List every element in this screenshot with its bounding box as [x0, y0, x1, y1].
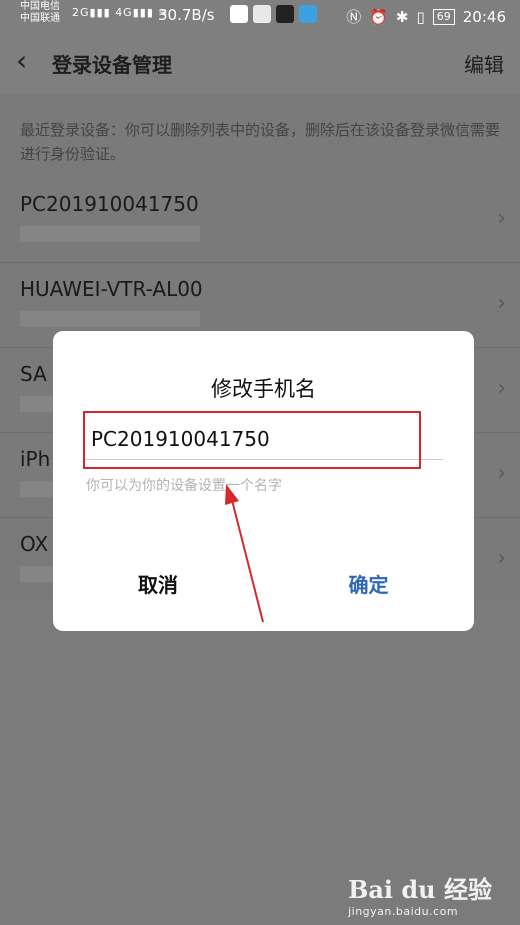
chevron-right-icon: ›: [497, 461, 506, 486]
nfc-icon: Ⓝ: [346, 8, 362, 26]
network-speed: 30.7B/s: [158, 6, 215, 24]
baidu-watermark: Bai du 经验 jingyan.baidu.com: [348, 870, 492, 918]
screen: 中国电信 中国联通 2G▮▮▮ 4G▮▮▮ ≋ 30.7B/s Ⓝ ⏰ ✱ ▯ …: [0, 0, 520, 925]
bluetooth-icon: ✱: [395, 7, 409, 26]
input-value: PC201910041750: [91, 427, 270, 451]
net-type-2: 4G: [115, 6, 133, 19]
signal-icon: 2G▮▮▮ 4G▮▮▮ ≋: [72, 6, 169, 19]
notification-icons: [230, 5, 317, 23]
chevron-right-icon: ›: [497, 546, 506, 571]
device-name-input[interactable]: PC201910041750: [83, 411, 421, 469]
list-item[interactable]: PC201910041750 ›: [0, 178, 520, 263]
list-hint: 最近登录设备：你可以删除列表中的设备，删除后在该设备登录微信需要进行身份验证。: [20, 121, 501, 163]
input-hint: 你可以为你的设备设置一个名字: [86, 478, 282, 494]
battery-icon: 69: [432, 8, 455, 25]
dialog-buttons: 取消 确定: [53, 559, 474, 615]
confirm-button[interactable]: 确定: [263, 569, 474, 598]
nav-bar: ‹ 登录设备管理 编辑: [0, 32, 520, 94]
device-name: PC201910041750: [20, 192, 199, 216]
status-bar: 中国电信 中国联通 2G▮▮▮ 4G▮▮▮ ≋ 30.7B/s Ⓝ ⏰ ✱ ▯ …: [0, 0, 520, 32]
tiktok-icon: [276, 5, 294, 23]
vibrate-icon: ▯: [416, 7, 425, 26]
device-name: HUAWEI-VTR-AL00: [20, 277, 203, 301]
device-name: iPh: [20, 447, 51, 471]
chevron-right-icon: ›: [497, 376, 506, 401]
dialog-title: 修改手机名: [211, 377, 316, 401]
device-name: OX: [20, 532, 49, 556]
clock: 20:46: [462, 7, 506, 26]
watermark-logo: Bai du 经验: [348, 875, 492, 904]
device-name: SA: [20, 362, 47, 386]
carrier-info: 中国电信 中国联通: [20, 1, 60, 25]
carrier-1: 中国电信: [20, 1, 60, 12]
edit-button[interactable]: 编辑: [464, 49, 504, 78]
page-title: 登录设备管理: [52, 53, 172, 77]
paper-plane-icon: [299, 5, 317, 23]
device-detail-blurred: [20, 311, 200, 327]
cancel-button[interactable]: 取消: [53, 569, 263, 598]
cloud-app-icon: [230, 5, 248, 23]
chevron-right-icon: ›: [497, 206, 506, 231]
rename-dialog: 修改手机名 PC201910041750 你可以为你的设备设置一个名字 取消 确…: [53, 331, 474, 631]
watermark-url: jingyan.baidu.com: [348, 905, 459, 918]
video-app-icon: [253, 5, 271, 23]
carrier-2: 中国联通: [20, 13, 60, 24]
alarm-icon: ⏰: [369, 7, 388, 26]
chevron-left-icon[interactable]: ‹: [16, 46, 27, 76]
chevron-right-icon: ›: [497, 291, 506, 316]
system-status: Ⓝ ⏰ ✱ ▯ 69 20:46: [346, 6, 506, 27]
net-type-1: 2G: [72, 6, 90, 19]
device-detail-blurred: [20, 226, 200, 242]
